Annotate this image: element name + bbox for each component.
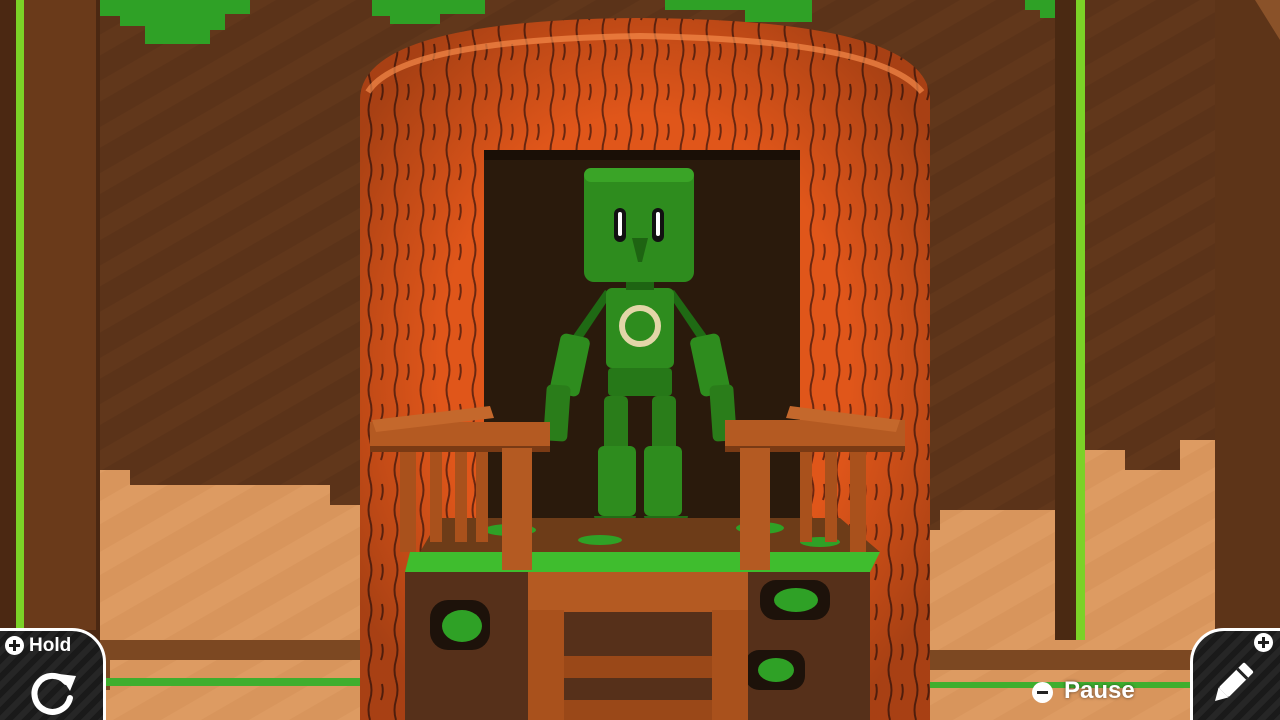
hold-widget[interactable]: Hold — [0, 628, 108, 720]
pause-button[interactable]: Pause — [1030, 676, 1170, 710]
rotate-icon — [31, 672, 76, 715]
pause-label: Pause — [1064, 677, 1135, 704]
plus-button-icon — [5, 636, 24, 655]
pencil-icon — [1215, 662, 1254, 701]
edit-widget[interactable] — [1188, 628, 1280, 720]
platform — [405, 518, 880, 720]
minus-button-icon — [1032, 682, 1053, 703]
hold-label: Hold — [29, 635, 72, 656]
plus-button-icon — [1254, 633, 1273, 652]
game-scene — [0, 0, 1280, 720]
game-screen: Hold Pause — [0, 0, 1280, 720]
